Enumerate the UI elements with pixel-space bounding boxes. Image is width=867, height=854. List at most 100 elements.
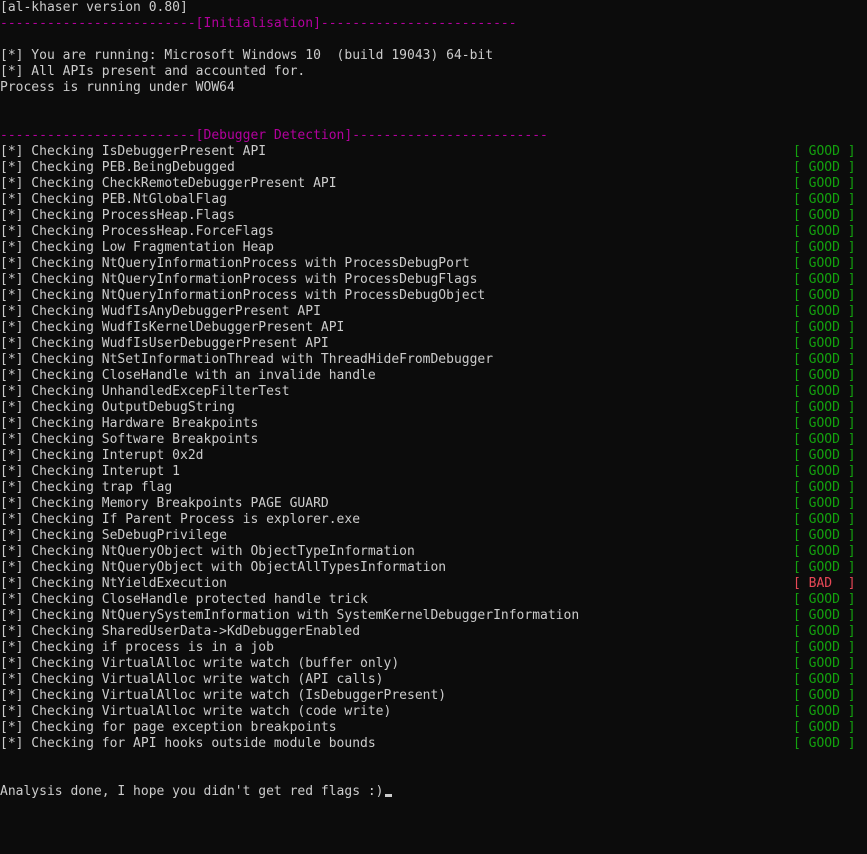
check-row: [*] Checking Interupt 0x2d [ GOOD ] [0, 448, 867, 464]
status-good-badge: [ GOOD ] [793, 448, 856, 463]
console-window[interactable]: [al-khaser version 0.80] ---------------… [0, 0, 867, 854]
status-good-badge: [ GOOD ] [793, 256, 856, 271]
check-row: [*] Checking NtQueryInformationProcess w… [0, 272, 867, 288]
check-row: [*] Checking ProcessHeap.ForceFlags [ GOO… [0, 224, 867, 240]
check-row: [*] Checking NtQueryInformationProcess w… [0, 288, 867, 304]
check-label: [*] Checking If Parent Process is explor… [0, 512, 361, 527]
status-good-badge: [ GOOD ] [793, 688, 856, 703]
check-label: [*] Checking for API hooks outside modul… [0, 736, 376, 751]
status-good-badge: [ GOOD ] [793, 400, 856, 415]
check-row: [*] Checking NtQueryInformationProcess w… [0, 256, 867, 272]
status-good-badge: [ GOOD ] [793, 160, 856, 175]
status-good-badge: [ GOOD ] [793, 176, 856, 191]
check-row: [*] Checking Software Breakpoints [ GOOD … [0, 432, 867, 448]
check-row: [*] Checking VirtualAlloc write watch (c… [0, 704, 867, 720]
debugger-detection-divider: -------------------------[Debugger Detec… [0, 128, 548, 143]
status-bad-badge: [ BAD ] [793, 576, 856, 591]
check-label: [*] Checking VirtualAlloc write watch (b… [0, 656, 400, 671]
check-row: [*] Checking WudfIsAnyDebuggerPresent AP… [0, 304, 867, 320]
wow64-line: Process is running under WOW64 [0, 80, 235, 95]
check-row: [*] Checking Memory Breakpoints PAGE GUA… [0, 496, 867, 512]
check-row: [*] Checking If Parent Process is explor… [0, 512, 867, 528]
status-good-badge: [ GOOD ] [793, 224, 856, 239]
check-label: [*] Checking NtQueryInformationProcess w… [0, 288, 486, 303]
check-row: [*] Checking VirtualAlloc write watch (I… [0, 688, 867, 704]
status-good-badge: [ GOOD ] [793, 560, 856, 575]
check-row: [*] Checking if process is in a job [ GOO… [0, 640, 867, 656]
check-label: [*] Checking VirtualAlloc write watch (c… [0, 704, 392, 719]
status-good-badge: [ GOOD ] [793, 496, 856, 511]
check-label: [*] Checking PEB.NtGlobalFlag [0, 192, 227, 207]
check-label: [*] Checking Software Breakpoints [0, 432, 259, 447]
status-good-badge: [ GOOD ] [793, 304, 856, 319]
check-label: [*] Checking NtQueryInformationProcess w… [0, 256, 470, 271]
check-label: [*] Checking Memory Breakpoints PAGE GUA… [0, 496, 329, 511]
check-row: [*] Checking ProcessHeap.Flags [ GOOD ] [0, 208, 867, 224]
check-row: [*] Checking WudfIsKernelDebuggerPresent… [0, 320, 867, 336]
status-good-badge: [ GOOD ] [793, 592, 856, 607]
status-good-badge: [ GOOD ] [793, 336, 856, 351]
check-label: [*] Checking CloseHandle with an invalid… [0, 368, 376, 383]
check-row: [*] Checking CloseHandle protected handl… [0, 592, 867, 608]
check-label: [*] Checking trap flag [0, 480, 173, 495]
status-good-badge: [ GOOD ] [793, 352, 856, 367]
check-row: [*] Checking PEB.BeingDebugged [ GOOD ] [0, 160, 867, 176]
check-row: [*] Checking NtQuerySystemInformation wi… [0, 608, 867, 624]
status-good-badge: [ GOOD ] [793, 704, 856, 719]
analysis-done-line: Analysis done, I hope you didn't get red… [0, 784, 867, 800]
status-good-badge: [ GOOD ] [793, 720, 856, 735]
check-label: [*] Checking ProcessHeap.Flags [0, 208, 235, 223]
check-label: [*] Checking CloseHandle protected handl… [0, 592, 368, 607]
status-good-badge: [ GOOD ] [793, 288, 856, 303]
check-label: [*] Checking VirtualAlloc write watch (A… [0, 672, 384, 687]
check-label: [*] Checking NtYieldExecution [0, 576, 227, 591]
check-label: [*] Checking NtQueryObject with ObjectTy… [0, 544, 415, 559]
check-row: [*] Checking Interupt 1 [ GOOD ] [0, 464, 867, 480]
version-header: [al-khaser version 0.80] [0, 0, 188, 15]
status-good-badge: [ GOOD ] [793, 144, 856, 159]
check-row: [*] Checking CheckRemoteDebuggerPresent … [0, 176, 867, 192]
check-label: [*] Checking CheckRemoteDebuggerPresent … [0, 176, 337, 191]
status-good-badge: [ GOOD ] [793, 240, 856, 255]
status-good-badge: [ GOOD ] [793, 384, 856, 399]
text-cursor [384, 794, 392, 797]
check-row: [*] Checking VirtualAlloc write watch (A… [0, 672, 867, 688]
check-row: [*] Checking NtQueryObject with ObjectAl… [0, 560, 867, 576]
status-good-badge: [ GOOD ] [793, 512, 856, 527]
status-good-badge: [ GOOD ] [793, 640, 856, 655]
status-good-badge: [ GOOD ] [793, 368, 856, 383]
check-row: [*] Checking WudfIsUserDebuggerPresent A… [0, 336, 867, 352]
check-label: [*] Checking OutputDebugString [0, 400, 235, 415]
status-good-badge: [ GOOD ] [793, 736, 856, 751]
os-info-line: [*] You are running: Microsoft Windows 1… [0, 48, 494, 63]
status-good-badge: [ GOOD ] [793, 432, 856, 447]
check-label: [*] Checking SeDebugPrivilege [0, 528, 227, 543]
check-row: [*] Checking for API hooks outside modul… [0, 736, 867, 752]
status-good-badge: [ GOOD ] [793, 464, 856, 479]
status-good-badge: [ GOOD ] [793, 544, 856, 559]
check-row: [*] Checking NtYieldExecution [ BAD ] [0, 576, 867, 592]
check-label: [*] Checking WudfIsKernelDebuggerPresent… [0, 320, 345, 335]
check-row: [*] Checking OutputDebugString [ GOOD ] [0, 400, 867, 416]
check-row: [*] Checking NtQueryObject with ObjectTy… [0, 544, 867, 560]
check-label: [*] Checking WudfIsAnyDebuggerPresent AP… [0, 304, 321, 319]
status-good-badge: [ GOOD ] [793, 480, 856, 495]
check-row: [*] Checking trap flag [ GOOD ] [0, 480, 867, 496]
check-label: [*] Checking Interupt 0x2d [0, 448, 204, 463]
check-label: [*] Checking Interupt 1 [0, 464, 181, 479]
status-good-badge: [ GOOD ] [793, 656, 856, 671]
check-label: [*] Checking Low Fragmentation Heap [0, 240, 274, 255]
check-label: [*] Checking SharedUserData->KdDebuggerE… [0, 624, 361, 639]
check-label: [*] Checking NtSetInformationThread with… [0, 352, 494, 367]
check-label: [*] Checking IsDebuggerPresent API [0, 144, 267, 159]
status-good-badge: [ GOOD ] [793, 272, 856, 287]
check-label: [*] Checking ProcessHeap.ForceFlags [0, 224, 274, 239]
check-label: [*] Checking Hardware Breakpoints [0, 416, 259, 431]
analysis-done-text: Analysis done, I hope you didn't get red… [0, 784, 384, 799]
check-row: [*] Checking UnhandledExcepFilterTest [ G… [0, 384, 867, 400]
check-label: [*] Checking VirtualAlloc write watch (I… [0, 688, 447, 703]
status-good-badge: [ GOOD ] [793, 192, 856, 207]
check-label: [*] Checking NtQueryInformationProcess w… [0, 272, 478, 287]
status-good-badge: [ GOOD ] [793, 608, 856, 623]
check-row: [*] Checking NtSetInformationThread with… [0, 352, 867, 368]
